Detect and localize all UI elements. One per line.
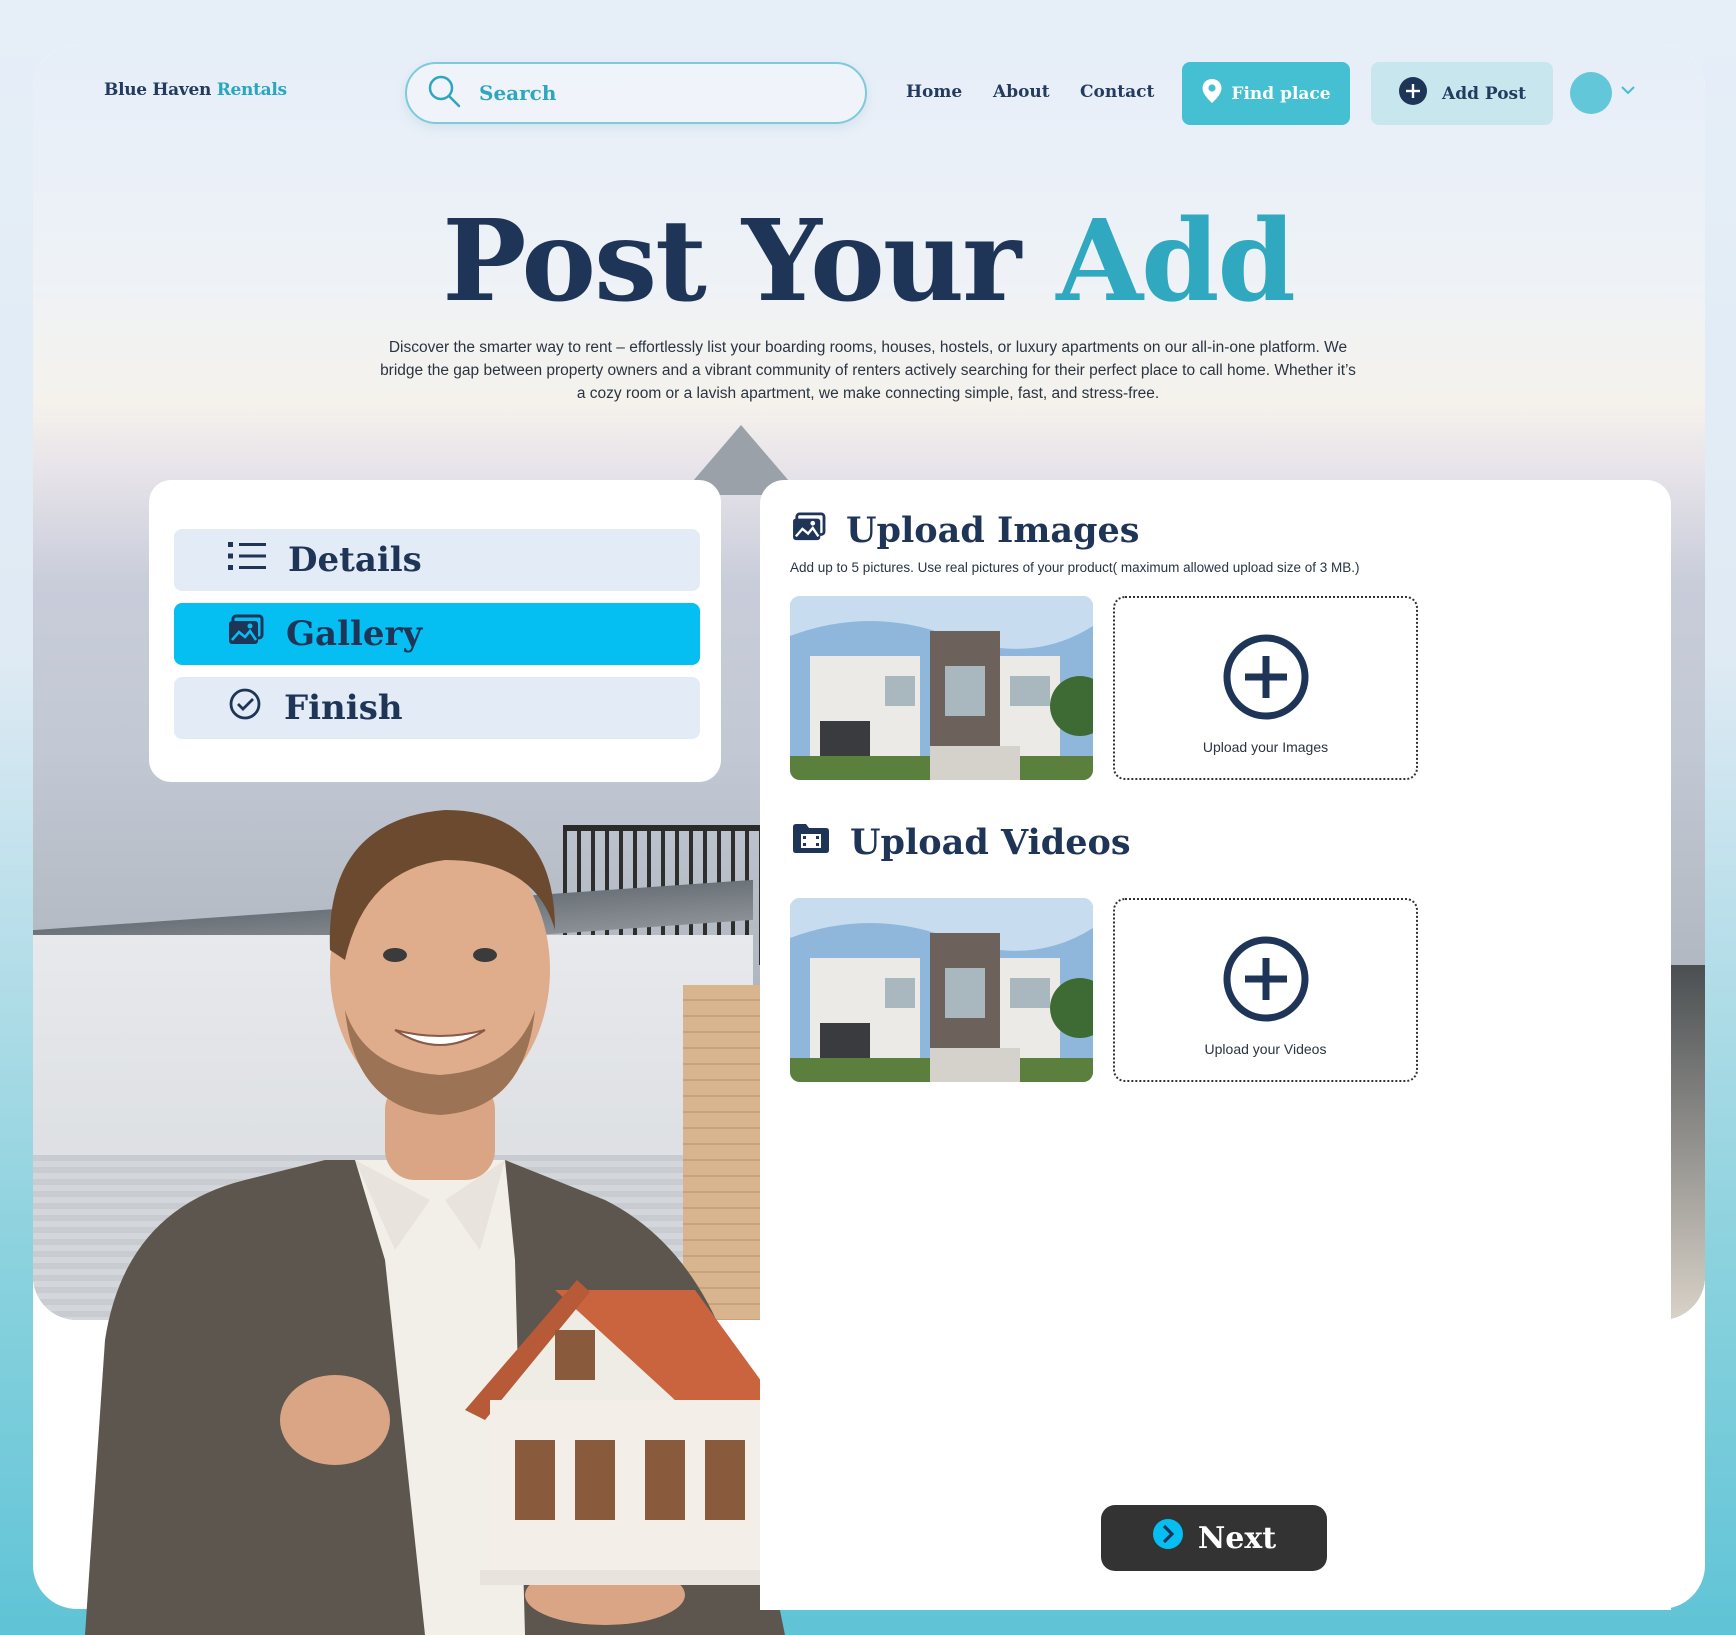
upload-images-subtitle: Add up to 5 pictures. Use real pictures …: [790, 560, 1360, 575]
house-photo: [790, 898, 1093, 1082]
house-photo: [790, 596, 1093, 780]
step-details[interactable]: Details: [174, 529, 700, 591]
page-title-accent: Add: [1056, 196, 1296, 327]
nav-home[interactable]: Home: [906, 82, 962, 102]
step-finish[interactable]: Finish: [174, 677, 700, 739]
brand-logo[interactable]: Blue Haven Rentals: [104, 80, 287, 100]
next-label: Next: [1197, 1520, 1277, 1556]
location-pin-icon: [1201, 78, 1223, 109]
film-folder-icon: [792, 822, 830, 863]
brand-name-part1: Blue Haven: [104, 80, 212, 100]
check-circle-icon: [228, 687, 262, 730]
nav-contact[interactable]: Contact: [1080, 82, 1154, 102]
upload-images-dropzone[interactable]: Upload your Images: [1113, 596, 1418, 780]
gallery-icon: [792, 510, 826, 551]
upload-panel: Upload Images Add up to 5 pictures. Use …: [760, 480, 1671, 1610]
hero-description: Discover the smarter way to rent – effor…: [380, 339, 1356, 402]
upload-images-header: Upload Images: [792, 510, 1140, 551]
video-thumbnail[interactable]: [790, 898, 1093, 1082]
upload-videos-label: Upload your Videos: [1204, 1041, 1327, 1057]
steps-card: Details Gallery Finish: [149, 480, 721, 782]
nav-about[interactable]: About: [993, 82, 1050, 102]
plus-circle-icon: [1223, 634, 1309, 725]
avatar[interactable]: [1570, 72, 1612, 114]
upload-videos-header: Upload Videos: [792, 822, 1131, 863]
upload-images-label: Upload your Images: [1202, 739, 1329, 755]
background-right-house: [1667, 965, 1705, 1320]
list-icon: [228, 540, 266, 581]
find-place-label: Find place: [1231, 83, 1331, 104]
add-post-label: Add Post: [1442, 83, 1526, 104]
next-button[interactable]: Next: [1101, 1505, 1327, 1571]
page-title: Post Your Add: [0, 196, 1736, 327]
upload-videos-title: Upload Videos: [850, 822, 1131, 863]
step-label: Details: [288, 540, 422, 580]
chevron-right-circle-icon: [1152, 1518, 1184, 1558]
plus-circle-icon: [1398, 76, 1428, 111]
step-gallery[interactable]: Gallery: [174, 603, 700, 665]
upload-images-title: Upload Images: [846, 510, 1140, 551]
search-placeholder: Search: [479, 81, 557, 105]
add-post-button[interactable]: Add Post: [1371, 62, 1553, 125]
find-place-button[interactable]: Find place: [1182, 62, 1350, 125]
search-icon: [427, 74, 461, 113]
search-input[interactable]: Search: [405, 62, 867, 124]
gallery-icon: [228, 614, 264, 655]
image-thumbnail[interactable]: [790, 596, 1093, 780]
brand-name-part2: Rentals: [216, 80, 287, 100]
page-title-main: Post Your: [442, 196, 1021, 327]
upload-videos-dropzone[interactable]: Upload your Videos: [1113, 898, 1418, 1082]
plus-circle-icon: [1223, 936, 1309, 1027]
agent-holding-house-image: [85, 810, 785, 1635]
step-label: Gallery: [286, 614, 423, 654]
step-label: Finish: [284, 688, 403, 728]
chevron-down-icon[interactable]: [1620, 82, 1636, 100]
